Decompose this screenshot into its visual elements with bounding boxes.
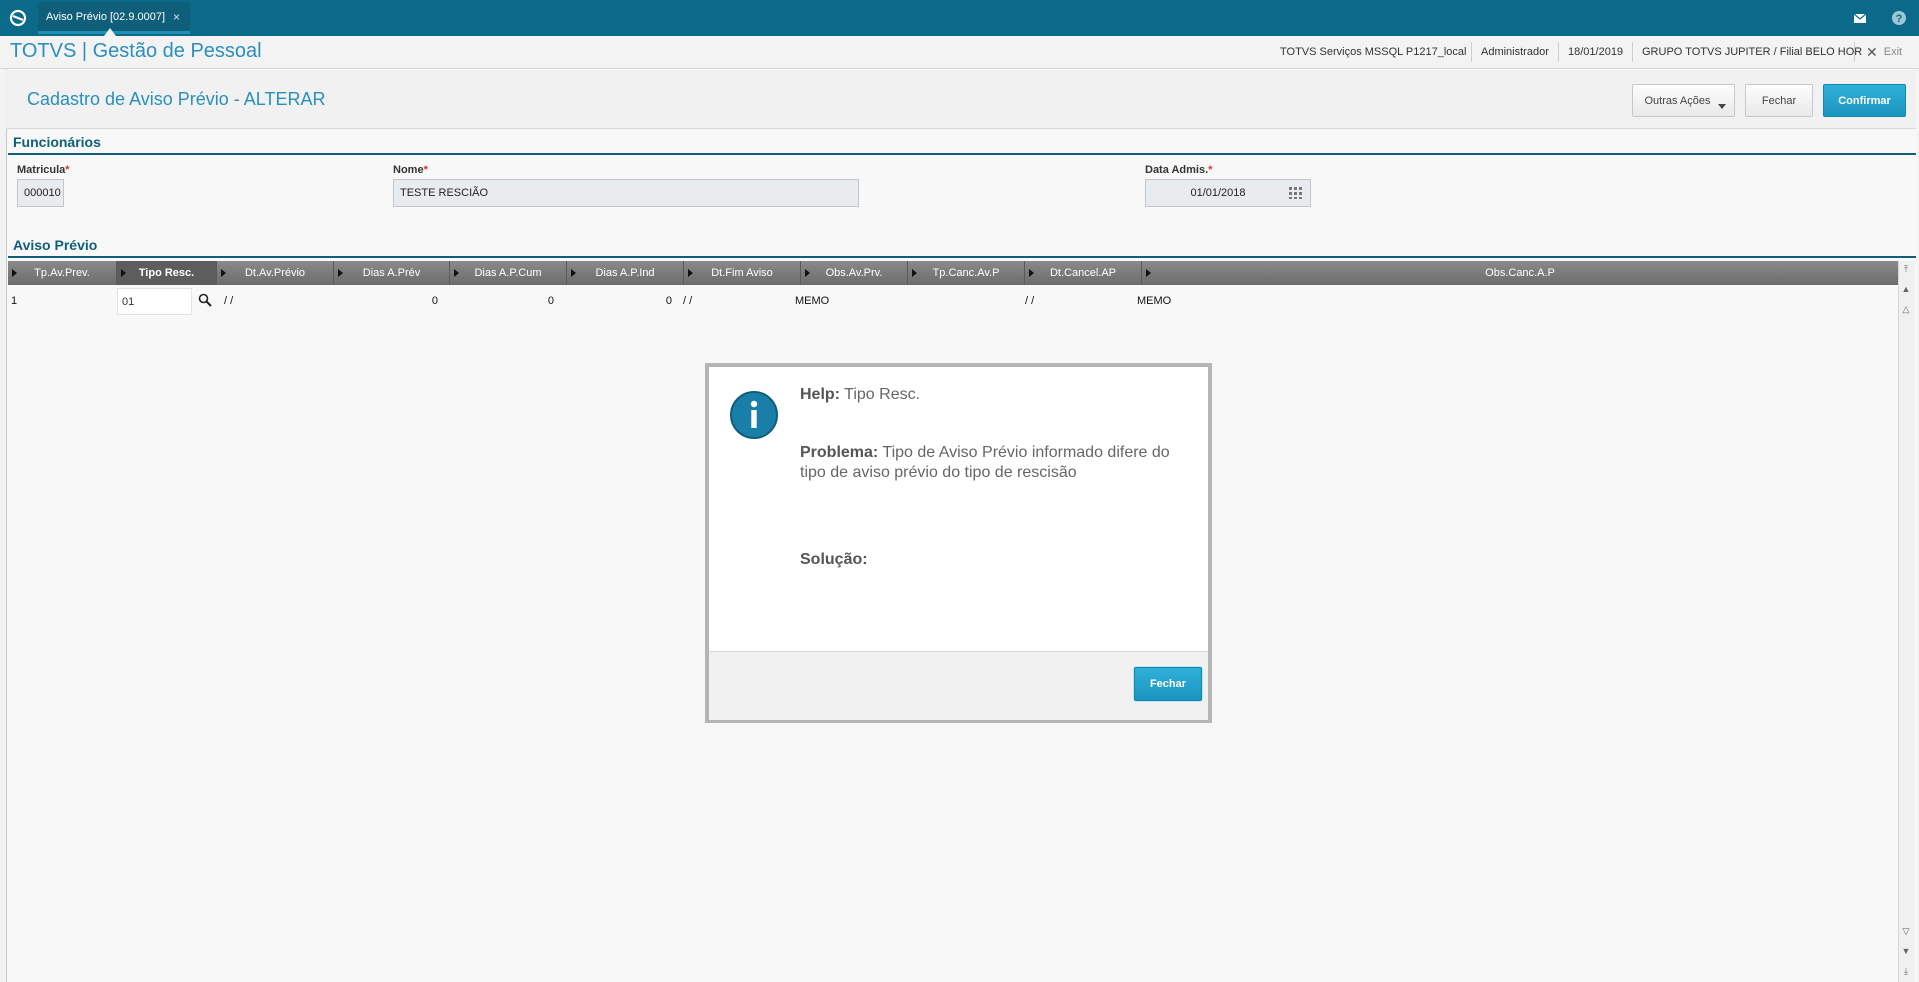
column-arrow-icon — [805, 269, 810, 277]
matricula-field[interactable]: 000010 — [17, 179, 64, 207]
data-admis-value: 01/01/2018 — [1190, 187, 1246, 199]
exit-label: Exit — [1883, 46, 1903, 58]
cell-tp-av-prev[interactable]: 1 — [11, 286, 17, 316]
dialog-solucao-line: Solução: — [800, 550, 868, 570]
column-arrow-icon — [221, 269, 226, 277]
nome-field[interactable]: TESTE RESCIÃO — [393, 179, 859, 207]
column-header[interactable]: Dias A.P.Ind — [567, 261, 684, 285]
column-header[interactable]: Dias A.Prév — [334, 261, 450, 285]
dialog-problema-text: Problema: Tipo de Aviso Prévio informado… — [800, 443, 1195, 483]
app-title: TOTVS | Gestão de Pessoal — [10, 40, 262, 62]
server-status: TOTVS Serviços MSSQL P1217_local — [1280, 46, 1467, 58]
data-admis-label: Data Admis.* — [1145, 164, 1213, 176]
cell-dias-a-prev[interactable]: 0 — [420, 286, 438, 316]
outras-acoes-label: Outras Ações — [1644, 94, 1711, 107]
outras-acoes-button[interactable]: Outras Ações — [1632, 84, 1735, 117]
column-header[interactable]: Dt.Av.Prévio — [217, 261, 334, 285]
column-arrow-icon — [454, 269, 459, 277]
confirmar-button[interactable]: Confirmar — [1823, 84, 1906, 117]
solucao-label: Solução: — [800, 551, 868, 568]
cell-tipo-resc-input[interactable]: 01 — [117, 288, 192, 315]
data-admis-field[interactable]: 01/01/2018 — [1145, 179, 1311, 207]
column-header[interactable]: Dt.Fim Aviso — [684, 261, 801, 285]
tab-close-icon[interactable]: × — [173, 10, 180, 24]
column-header[interactable]: Tipo Resc. — [117, 261, 217, 285]
column-arrow-icon — [688, 269, 693, 277]
fechar-button[interactable]: Fechar — [1745, 84, 1813, 117]
column-arrow-icon — [1029, 269, 1034, 277]
cell-obs-canc-a-p[interactable]: MEMO — [1137, 286, 1171, 316]
column-arrow-icon — [571, 269, 576, 277]
column-arrow-icon — [912, 269, 917, 277]
column-header[interactable]: Tp.Canc.Av.P — [908, 261, 1025, 285]
cell-dt-cancel-ap[interactable]: / / — [1025, 286, 1034, 316]
column-arrow-icon — [1146, 269, 1151, 277]
divider — [1471, 42, 1472, 62]
section-title-aviso-previo: Aviso Prévio — [13, 237, 98, 253]
grid-header: Tp.Av.Prev. Tipo Resc. Dt.Av.Prévio Dias… — [8, 261, 1898, 285]
user-status: Administrador — [1481, 46, 1549, 58]
tab-label: Aviso Prévio [02.9.0007] — [46, 10, 166, 23]
column-arrow-icon — [12, 269, 17, 277]
top-bar — [0, 0, 1919, 36]
column-header[interactable]: Obs.Canc.A.P — [1142, 261, 1898, 285]
scroll-bottom-icon[interactable]: ⤓ — [1900, 964, 1912, 978]
scroll-top-icon[interactable]: ⤒ — [1900, 262, 1912, 276]
scroll-up-icon[interactable]: △ — [1900, 302, 1912, 316]
scroll-page-down-icon[interactable]: ▼ — [1900, 944, 1912, 958]
page-title: Cadastro de Aviso Prévio - ALTERAR — [27, 89, 326, 109]
totvs-logo-icon[interactable] — [8, 8, 28, 28]
section-divider — [8, 153, 1916, 155]
matricula-label: Matricula* — [17, 164, 70, 176]
info-icon — [730, 391, 778, 439]
problema-label: Problema: — [800, 444, 879, 461]
divider — [1854, 42, 1855, 62]
cell-obs-av-prv[interactable]: MEMO — [795, 286, 829, 316]
cell-dias-a-p-cum[interactable]: 0 — [536, 286, 554, 316]
column-header[interactable]: Dias A.P.Cum — [450, 261, 567, 285]
date-status: 18/01/2019 — [1568, 46, 1624, 58]
cell-dias-a-p-ind[interactable]: 0 — [654, 286, 672, 316]
svg-text:?: ? — [1896, 13, 1903, 25]
nome-label: Nome* — [393, 164, 428, 176]
cell-dt-av-previo[interactable]: / / — [224, 286, 233, 316]
scroll-down-icon[interactable]: ▽ — [1900, 924, 1912, 938]
search-icon[interactable] — [198, 293, 212, 307]
section-divider — [8, 256, 1916, 258]
section-title-funcionarios: Funcionários — [13, 134, 101, 150]
dialog-help-line: Help: Tipo Resc. — [800, 385, 920, 405]
help-label: Help: — [800, 386, 840, 403]
help-icon[interactable]: ? — [1891, 10, 1907, 26]
table-row[interactable] — [8, 286, 1898, 316]
vertical-scrollbar[interactable] — [1898, 261, 1915, 982]
column-arrow-icon — [338, 269, 343, 277]
column-arrow-icon — [121, 269, 126, 277]
column-header[interactable]: Tp.Av.Prev. — [8, 261, 117, 285]
column-header[interactable]: Dt.Cancel.AP — [1025, 261, 1142, 285]
exit-button[interactable]: ✕ Exit — [1866, 36, 1902, 68]
chevron-down-icon — [1718, 104, 1726, 109]
dialog-fechar-button[interactable]: Fechar — [1134, 667, 1202, 701]
scroll-page-up-icon[interactable]: ▲ — [1900, 282, 1912, 296]
divider — [1558, 42, 1559, 62]
company-status: GRUPO TOTVS JUPITER / Filial BELO HOR — [1642, 46, 1863, 58]
cell-dt-fim-aviso[interactable]: / / — [683, 286, 692, 316]
close-icon: ✕ — [1866, 43, 1878, 60]
calendar-icon[interactable] — [1288, 186, 1304, 200]
help-value: Tipo Resc. — [844, 386, 921, 403]
tab-notch — [104, 28, 116, 36]
column-header[interactable]: Obs.Av.Prv. — [801, 261, 908, 285]
divider — [1632, 42, 1633, 62]
mail-icon[interactable] — [1852, 10, 1868, 26]
